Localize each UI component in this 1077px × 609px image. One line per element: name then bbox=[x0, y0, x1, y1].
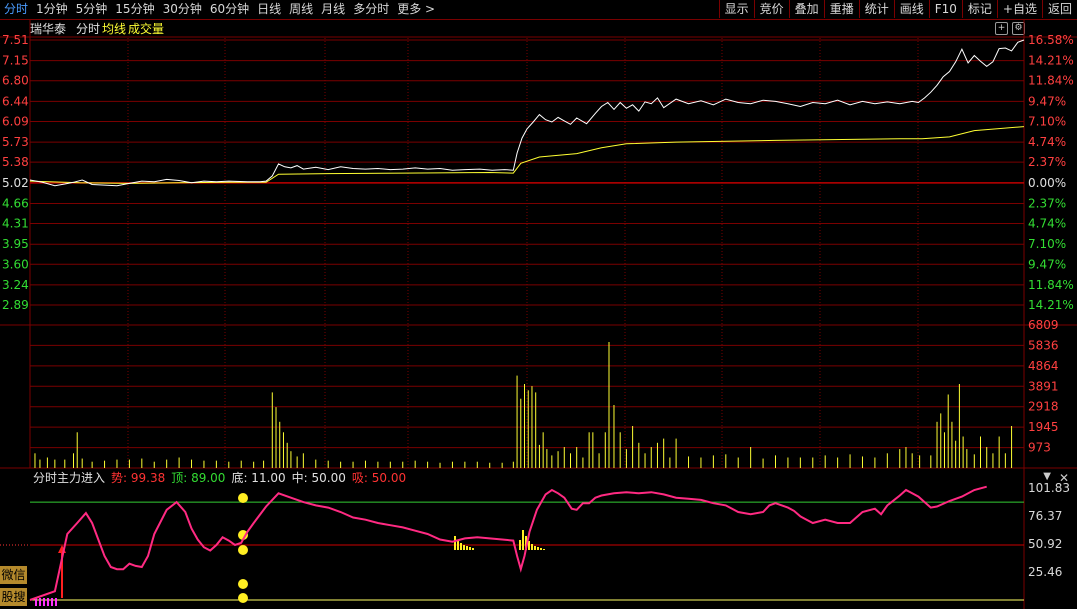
signal-dot-3 bbox=[238, 579, 248, 589]
volume-tick-0: 6809 bbox=[1028, 318, 1059, 332]
price-tick-7: 5.02 bbox=[2, 176, 29, 190]
price-tick-8: 4.66 bbox=[2, 196, 29, 210]
pct-tick-5: 4.74% bbox=[1028, 135, 1066, 149]
signal-dot-0 bbox=[238, 493, 248, 503]
indicator-di: 底: 11.00 bbox=[231, 471, 286, 485]
pct-tick-1: 14.21% bbox=[1028, 54, 1074, 68]
price-tick-3: 6.44 bbox=[2, 94, 29, 108]
price-tick-9: 4.31 bbox=[2, 217, 29, 231]
pct-tick-7: 0.00% bbox=[1028, 176, 1066, 190]
y-axis-labels: 7.51 16.58% 7.15 14.21% 6.80 11.84% 6.44 9.47% 6… bbox=[2, 33, 1074, 579]
pct-tick-2: 11.84% bbox=[1028, 74, 1074, 88]
price-tick-0: 7.51 bbox=[2, 33, 29, 47]
gusou-button[interactable]: 股搜 bbox=[0, 588, 27, 606]
indicator-xi: 吸: 50.00 bbox=[351, 471, 407, 485]
price-tick-11: 3.60 bbox=[2, 257, 29, 271]
pct-tick-12: 11.84% bbox=[1028, 278, 1074, 292]
pct-tick-11: 9.47% bbox=[1028, 257, 1066, 271]
volume-bars bbox=[34, 341, 1013, 468]
pct-tick-3: 9.47% bbox=[1028, 94, 1066, 108]
indicator-ding: 顶: 89.00 bbox=[171, 471, 226, 485]
price-line bbox=[29, 39, 1025, 187]
volume-tick-6: 973 bbox=[1028, 441, 1051, 455]
volume-tick-4: 2918 bbox=[1028, 400, 1059, 414]
indicator-menu-icon[interactable]: ▼ bbox=[1043, 471, 1051, 482]
volume-tick-1: 5836 bbox=[1028, 338, 1059, 352]
wechat-button[interactable]: 微信 bbox=[0, 566, 27, 584]
chart-area: 7.51 16.58% 7.15 14.21% 6.80 11.84% 6.44 9.47% 6… bbox=[0, 19, 1077, 609]
volume-tick-5: 1945 bbox=[1028, 420, 1059, 434]
pct-tick-6: 2.37% bbox=[1028, 155, 1066, 169]
price-tick-6: 5.38 bbox=[2, 155, 29, 169]
indicator-info-bar: 分时主力进入 势: 99.38 顶: 89.00 底: 11.00 中: 50.… bbox=[33, 471, 406, 485]
price-tick-13: 2.89 bbox=[2, 298, 29, 312]
price-tick-2: 6.80 bbox=[2, 74, 29, 88]
indicator-tick-3: 25.46 bbox=[1028, 565, 1062, 579]
indicator-line bbox=[29, 485, 987, 601]
signal-dot-2 bbox=[238, 545, 248, 555]
pct-tick-8: 2.37% bbox=[1028, 196, 1066, 210]
price-lines bbox=[29, 39, 1025, 187]
pct-tick-10: 7.10% bbox=[1028, 237, 1066, 251]
price-tick-4: 6.09 bbox=[2, 114, 29, 128]
pct-tick-13: 14.21% bbox=[1028, 298, 1074, 312]
indicator-shi: 势: 99.38 bbox=[111, 471, 166, 485]
volume-tick-3: 3891 bbox=[1028, 379, 1059, 393]
indicator-tick-1: 76.37 bbox=[1028, 509, 1062, 523]
signal-dot-4 bbox=[238, 593, 248, 603]
pct-tick-0: 16.58% bbox=[1028, 33, 1074, 47]
pct-tick-4: 7.10% bbox=[1028, 114, 1066, 128]
price-tick-5: 5.73 bbox=[2, 135, 29, 149]
indicator-tick-2: 50.92 bbox=[1028, 537, 1062, 551]
price-tick-10: 3.95 bbox=[2, 237, 29, 251]
price-tick-1: 7.15 bbox=[2, 54, 29, 68]
pct-tick-9: 4.74% bbox=[1028, 217, 1066, 231]
indicator-panel bbox=[0, 485, 1024, 606]
close-icon[interactable]: ✕ bbox=[1059, 471, 1069, 485]
price-tick-12: 3.24 bbox=[2, 278, 29, 292]
volume-tick-2: 4864 bbox=[1028, 359, 1059, 373]
indicator-zhong: 中: 50.00 bbox=[291, 471, 346, 485]
indicator-name: 分时主力进入 bbox=[33, 471, 106, 485]
